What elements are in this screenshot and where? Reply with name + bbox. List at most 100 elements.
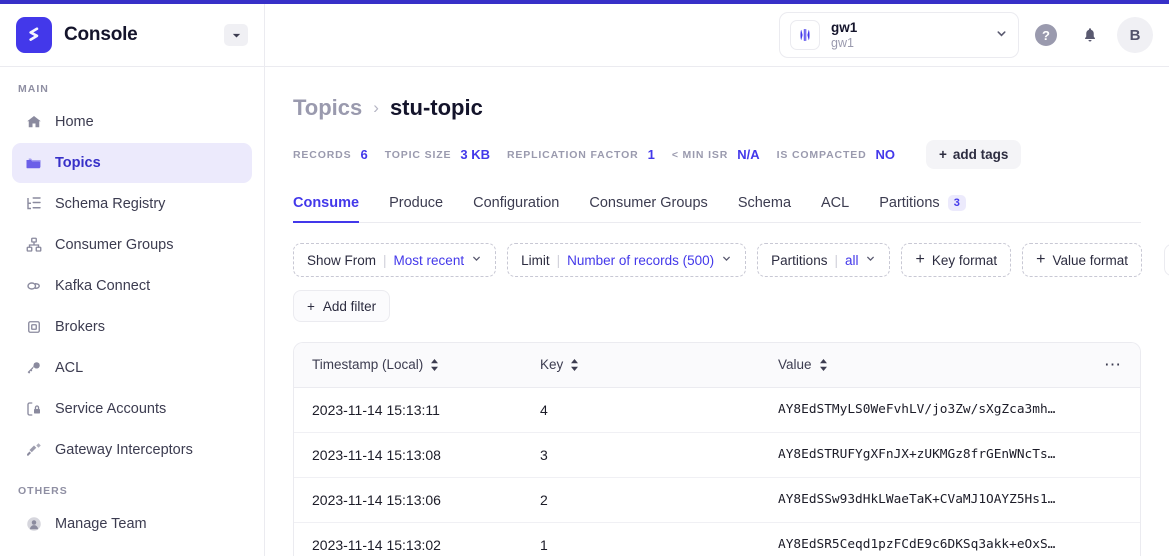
tab-label: Consumer Groups — [589, 195, 708, 211]
sidebar-nav: MAIN Home Topics Schema Registry Consume… — [0, 67, 264, 556]
cell-value: AY8EdSTMyLS0WeFvhLV/jo3Zw/sXgZca3mhrUvxQ… — [760, 387, 1080, 433]
filter-bar: Show From | Most recent Limit | Number o… — [293, 243, 1169, 277]
table-row[interactable]: 2023-11-14 15:13:02 1 AY8EdSR5Ceqd1pzFCd… — [294, 522, 1140, 556]
partitions-label: Partitions — [771, 252, 828, 268]
tab-label: Produce — [389, 195, 444, 211]
sidebar-item-service-accounts[interactable]: Service Accounts — [12, 389, 252, 429]
cluster-selector[interactable]: gw1 gw1 — [779, 12, 1019, 58]
partitions-filter[interactable]: Partitions | all — [757, 243, 891, 277]
add-filter-row: + Add filter — [293, 290, 1141, 322]
sidebar-item-kafka-connect[interactable]: Kafka Connect — [12, 266, 252, 306]
table-row[interactable]: 2023-11-14 15:13:08 3 AY8EdSTRUFYgXFnJX+… — [294, 432, 1140, 478]
sidebar-item-label: Brokers — [55, 319, 105, 335]
refresh-icon[interactable] — [1164, 244, 1169, 276]
tab-schema[interactable]: Schema — [723, 195, 806, 222]
sidebar-item-topics[interactable]: Topics — [12, 143, 252, 183]
cell-key: 1 — [522, 522, 760, 556]
sidebar-item-manage-team[interactable]: Manage Team — [12, 504, 252, 544]
meta-label-min-isr: < MIN ISR — [671, 148, 729, 161]
cluster-name: gw1 — [831, 20, 858, 36]
tab-label: Configuration — [473, 195, 560, 211]
schema-registry-icon — [24, 195, 43, 214]
chevron-down-icon — [865, 253, 876, 267]
records-table: Timestamp (Local) Key Value ⋯ 2023-11-14… — [293, 342, 1141, 556]
sidebar-item-schema-registry[interactable]: Schema Registry — [12, 184, 252, 224]
tab-consumer-groups[interactable]: Consumer Groups — [574, 195, 722, 222]
table-row[interactable]: 2023-11-14 15:13:11 4 AY8EdSTMyLS0WeFvhL… — [294, 387, 1140, 433]
key-format-label: Key format — [931, 252, 998, 268]
cluster-subtitle: gw1 — [831, 35, 854, 50]
cell-actions — [1080, 477, 1140, 523]
add-tags-button[interactable]: + add tags — [926, 140, 1022, 169]
chevron-down-icon — [721, 253, 732, 267]
plus-icon: + — [939, 147, 947, 162]
cell-timestamp: 2023-11-14 15:13:06 — [294, 477, 522, 523]
bell-icon[interactable] — [1073, 18, 1107, 52]
meta-label-is-compacted: IS COMPACTED — [776, 148, 867, 161]
help-circle: ? — [1035, 24, 1057, 46]
cell-actions — [1080, 522, 1140, 556]
tab-acl[interactable]: ACL — [806, 195, 864, 222]
topic-tabs: Consume Produce Configuration Consumer G… — [293, 195, 1141, 223]
tab-label: Consume — [293, 195, 360, 211]
sidebar-item-label: ACL — [55, 360, 84, 376]
show-from-filter[interactable]: Show From | Most recent — [293, 243, 497, 277]
plug-icon — [24, 441, 43, 460]
key-icon — [24, 359, 43, 378]
add-tags-label: add tags — [952, 147, 1009, 162]
limit-filter[interactable]: Limit | Number of records (500) — [507, 243, 747, 277]
plus-icon: + — [915, 251, 925, 268]
meta-value-records: 6 — [360, 147, 368, 162]
avatar[interactable]: B — [1117, 17, 1153, 53]
sidebar-item-label: Kafka Connect — [55, 278, 151, 294]
link-icon — [24, 277, 43, 296]
add-filter-label: Add filter — [322, 298, 377, 314]
sidebar-item-gateway-interceptors[interactable]: Gateway Interceptors — [12, 430, 252, 470]
partitions-value: all — [844, 252, 859, 268]
key-format-button[interactable]: + Key format — [901, 243, 1012, 277]
table-row[interactable]: 2023-11-14 15:13:06 2 AY8EdSSw93dHkLWaeT… — [294, 477, 1140, 523]
sidebar-item-consumer-groups[interactable]: Consumer Groups — [12, 225, 252, 265]
folder-icon — [24, 154, 43, 173]
meta-label-records: RECORDS — [293, 148, 352, 161]
app-title: Console — [64, 24, 138, 45]
meta-value-replication-factor: 1 — [647, 147, 655, 162]
add-filter-button[interactable]: + Add filter — [293, 290, 391, 322]
sort-icon — [430, 358, 439, 371]
value-format-button[interactable]: + Value format — [1022, 243, 1142, 277]
cell-value: AY8EdSSw93dHkLWaeTaK+CVaMJ1OAYZ5Hs1xKABp… — [760, 477, 1080, 523]
page-title: stu-topic — [389, 95, 483, 120]
ellipsis-icon[interactable]: ⋯ — [1098, 351, 1128, 379]
meta-label-topic-size: TOPIC SIZE — [384, 148, 452, 161]
chevron-down-icon — [995, 27, 1008, 43]
conduktor-logo-icon[interactable] — [16, 17, 52, 53]
column-header-key[interactable]: Key — [522, 343, 760, 388]
chevron-down-icon[interactable] — [224, 24, 248, 46]
breadcrumb-separator-icon: › — [373, 98, 379, 117]
gateway-icon — [790, 20, 820, 50]
tab-configuration[interactable]: Configuration — [458, 195, 574, 222]
cell-timestamp: 2023-11-14 15:13:08 — [294, 432, 522, 478]
sidebar-section-others-label: OTHERS — [18, 485, 68, 497]
divider: | — [834, 252, 838, 268]
tab-label: Schema — [737, 195, 792, 211]
sidebar-item-brokers[interactable]: Brokers — [12, 307, 252, 347]
sidebar-item-acl[interactable]: ACL — [12, 348, 252, 388]
column-header-timestamp[interactable]: Timestamp (Local) — [294, 343, 522, 388]
limit-label: Limit — [521, 252, 550, 268]
sort-icon — [819, 358, 828, 371]
column-header-value[interactable]: Value — [760, 343, 1080, 388]
tab-produce[interactable]: Produce — [374, 195, 458, 222]
main-content: Topics › stu-topic RECORDS 6 TOPIC SIZE … — [265, 67, 1169, 556]
sidebar-item-label: Topics — [55, 155, 101, 171]
sidebar-item-home[interactable]: Home — [12, 102, 252, 142]
cell-actions — [1080, 432, 1140, 478]
tab-label: ACL — [821, 195, 850, 211]
tab-consume[interactable]: Consume — [293, 195, 374, 223]
chevron-down-icon — [471, 253, 482, 267]
limit-value: Number of records (500) — [567, 252, 715, 268]
help-question-icon[interactable]: ? — [1029, 18, 1063, 52]
meta-value-min-isr: N/A — [737, 147, 760, 162]
breadcrumb-parent[interactable]: Topics — [293, 95, 362, 121]
tab-partitions[interactable]: Partitions 3 — [864, 195, 981, 222]
